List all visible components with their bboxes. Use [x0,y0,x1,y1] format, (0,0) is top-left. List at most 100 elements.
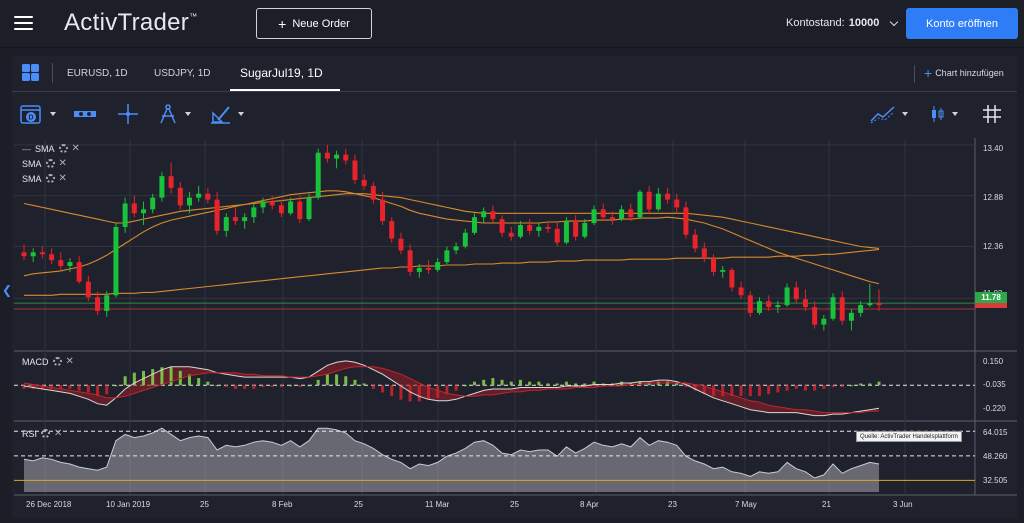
macd-histogram-bar [335,374,339,386]
candle-body [876,303,882,306]
macd-legend: MACD ✕ [22,356,74,367]
macd-histogram-bar [371,385,375,389]
settings-gear-icon[interactable] [45,174,55,183]
sma-legend-2: SMA ✕ [22,158,67,169]
macd-histogram-bar [712,385,716,397]
close-icon[interactable]: ✕ [59,173,67,184]
candle-body [756,301,762,313]
candle-body [242,217,248,222]
macd-histogram-bar [454,385,458,391]
macd-histogram-bar [381,385,385,393]
candle-body [426,267,432,270]
candle-body [168,176,174,188]
settings-gear-icon[interactable] [41,429,51,438]
candle-body [278,205,284,214]
macd-histogram-bar [270,385,274,388]
macd-histogram-bar [803,385,807,391]
candle-body [150,197,156,210]
candle-body [288,201,294,214]
candle-body [674,199,680,208]
price-tick: 12.88 [983,193,1004,202]
candle-body [49,254,55,261]
macd-histogram-bar [840,385,844,388]
candle-body [729,269,735,288]
close-icon[interactable]: ✕ [66,356,74,367]
candle-body [122,203,128,227]
candle-body [499,219,505,233]
candle-body [370,185,376,200]
macd-histogram-bar [509,381,513,386]
candle-body [536,226,542,231]
candle-body [720,269,726,272]
candle-body [95,297,101,311]
macd-histogram-bar [785,385,789,391]
macd-histogram-bar [86,385,90,393]
candle-body [269,201,275,206]
rsi-area [24,428,879,492]
candle-body [76,262,82,282]
candle-body [802,299,808,308]
macd-histogram-bar [105,385,109,395]
macd-histogram-bar [279,385,283,388]
close-icon[interactable]: ✕ [54,428,62,439]
candle-body [655,193,661,210]
candle-body [848,312,854,321]
macd-histogram-bar [564,381,568,386]
macd-histogram-bar [859,383,863,386]
macd-histogram-bar [77,385,81,391]
source-note: Quelle: ActivTrader Handelsplattform [856,431,962,442]
price-chart[interactable] [0,0,1024,523]
macd-histogram-bar [877,381,881,386]
candle-body [609,217,615,220]
macd-histogram-bar [555,383,559,386]
candle-body [775,305,781,308]
macd-tick: -0.035 [983,380,1006,389]
candle-body [398,238,404,251]
macd-histogram-bar [344,376,348,386]
candle-body [177,187,183,206]
macd-histogram-bar [224,385,228,388]
macd-histogram-bar [353,379,357,386]
macd-histogram-bar [849,385,853,387]
macd-histogram-bar [528,381,532,386]
macd-histogram-bar [252,385,256,389]
rsi-tick: 64.015 [983,428,1008,437]
macd-histogram-bar [675,383,679,386]
candle-body [545,226,551,229]
candle-body [858,305,864,313]
settings-gear-icon[interactable] [45,159,55,168]
candle-body [352,160,358,181]
macd-histogram-bar [537,381,541,386]
candle-body [21,252,27,257]
macd-tick: -0.220 [983,404,1006,413]
close-icon[interactable]: ✕ [59,158,67,169]
rsi-tick: 32.505 [983,476,1008,485]
candle-body [821,318,827,325]
candle-body [812,307,818,325]
candle-body [453,246,459,251]
macd-histogram-bar [298,385,302,388]
candle-body [141,209,147,214]
candle-body [508,232,514,237]
candle-body [186,197,192,206]
macd-histogram-bar [776,385,780,393]
rsi-legend: RSI ✕ [22,428,63,439]
close-icon[interactable]: ✕ [72,143,80,154]
candle-body [444,250,450,263]
candle-body [830,297,836,319]
candle-body [738,287,744,296]
candle-body [591,209,597,224]
candle-body [232,217,238,222]
settings-gear-icon[interactable] [58,144,68,153]
candle-body [793,287,799,300]
candle-body [683,207,689,235]
macd-histogram-bar [215,385,219,387]
candle-body [867,303,873,306]
settings-gear-icon[interactable] [52,357,62,366]
candle-body [214,199,220,231]
candle-body [159,176,165,198]
candle-body [554,228,560,243]
sma-legend-1: — SMA ✕ [22,143,80,154]
macd-histogram-bar [399,385,403,400]
chevron-left-icon[interactable]: ❮ [2,283,12,297]
